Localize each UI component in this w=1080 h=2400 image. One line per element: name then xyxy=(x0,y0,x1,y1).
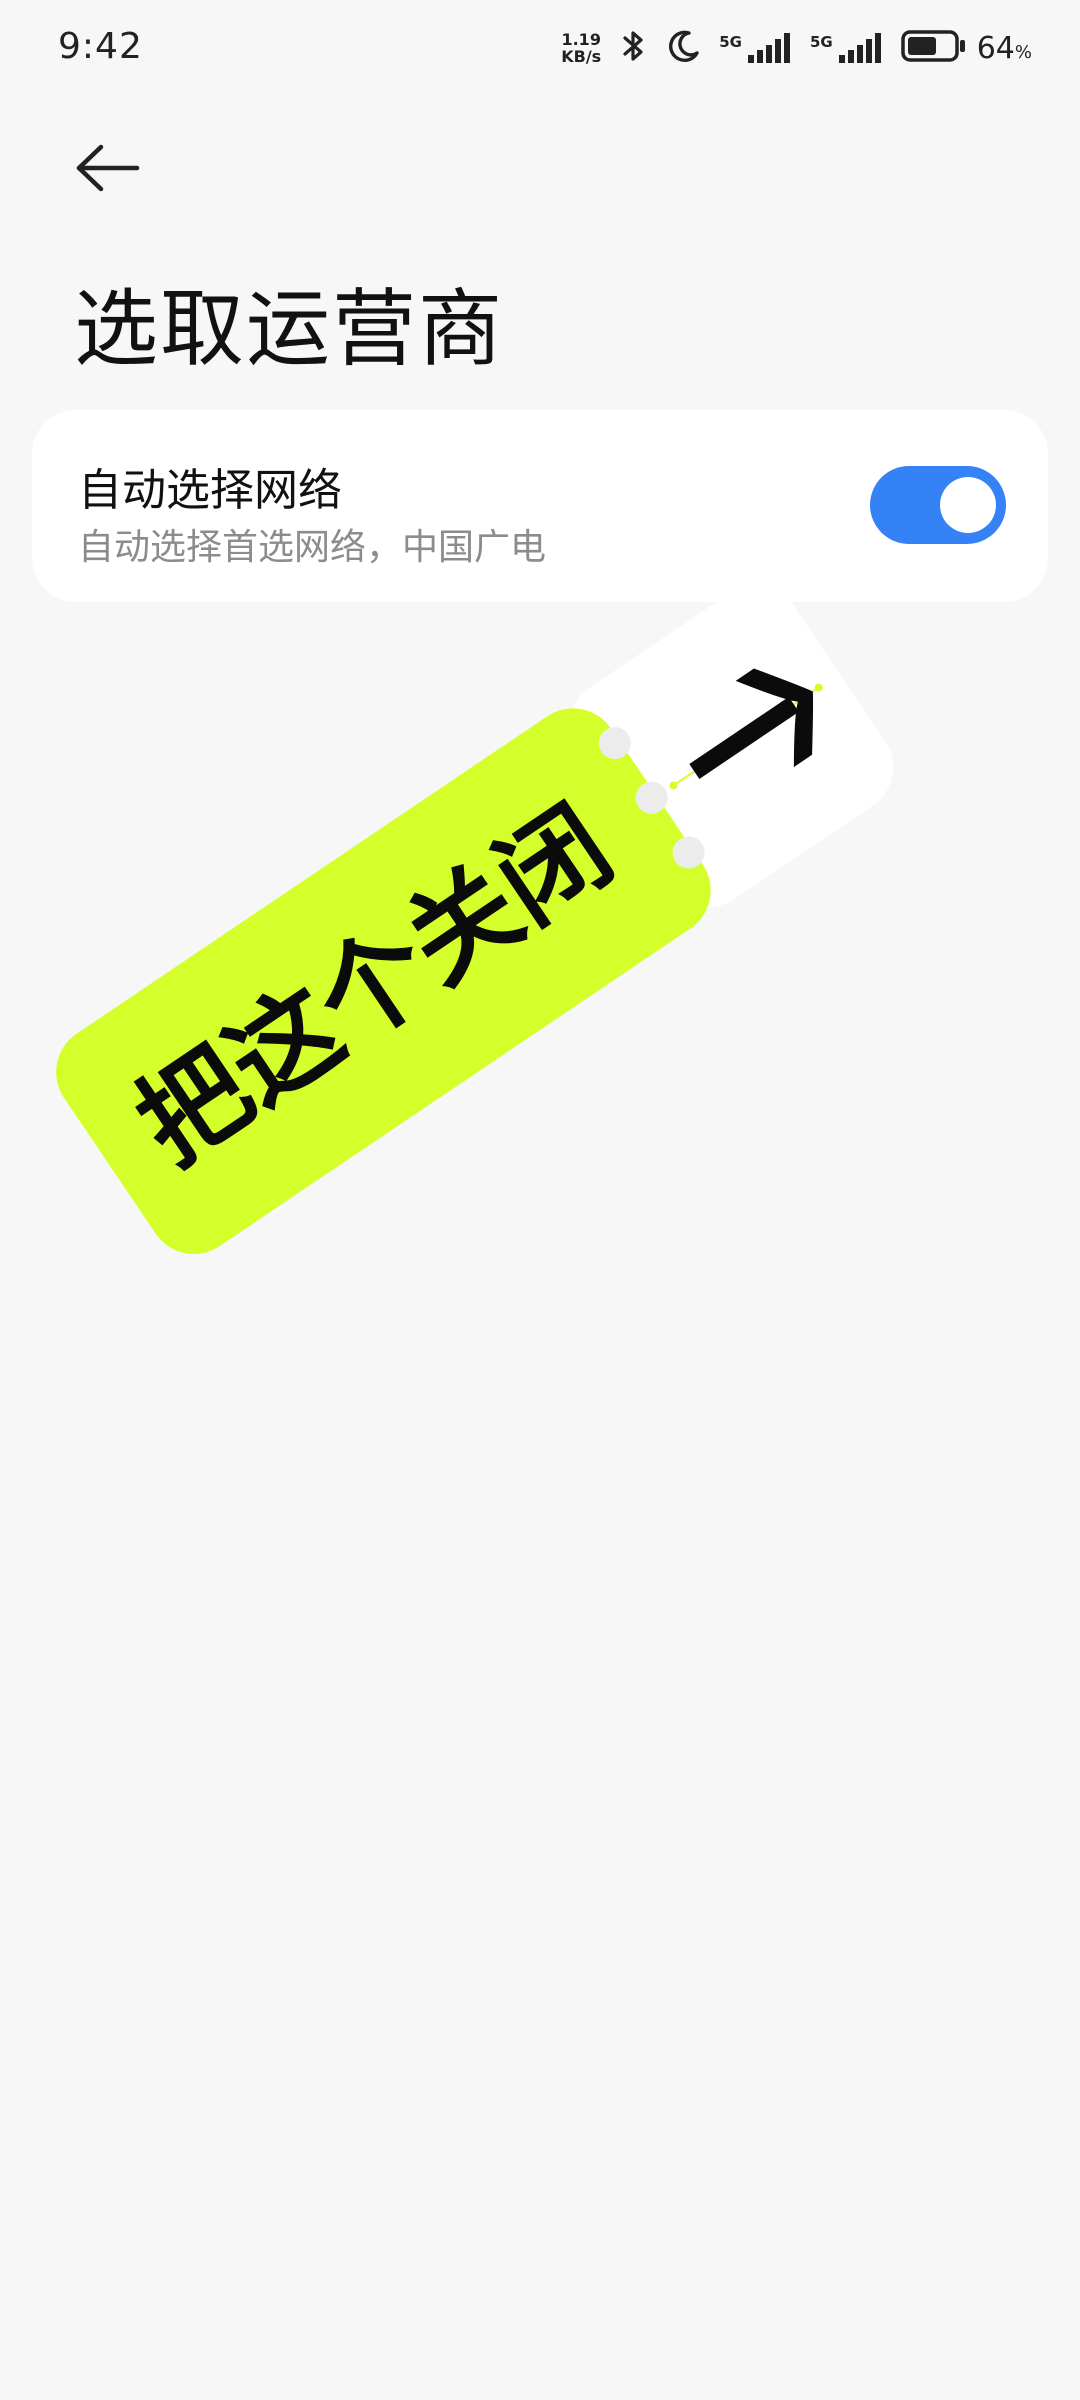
sticker-arrow-icon xyxy=(669,668,823,790)
perforation-hole xyxy=(598,727,631,760)
bluetooth-icon xyxy=(619,28,649,68)
back-button[interactable] xyxy=(68,132,148,204)
network-speed-value: 1.19 xyxy=(561,30,601,49)
perforation-hole xyxy=(635,781,668,814)
sticker-overlay: 把这个关闭 xyxy=(56,585,894,1254)
battery-percent-unit: % xyxy=(1014,41,1032,63)
status-bar: 9:42 1.19 KB/s 5G 5G 64% xyxy=(0,0,1080,96)
page-title: 选取运营商 xyxy=(74,280,505,378)
back-arrow-icon xyxy=(76,144,140,192)
battery-percent: 64% xyxy=(977,31,1032,66)
auto-network-subtitle: 自动选择首选网络，中国广电 xyxy=(78,527,547,568)
battery-icon xyxy=(900,29,967,67)
battery-fill xyxy=(907,37,936,55)
network-speed-unit: KB/s xyxy=(561,47,602,66)
network-speed: 1.19 KB/s xyxy=(561,31,601,65)
auto-network-card[interactable]: 自动选择网络 自动选择首选网络，中国广电 xyxy=(32,410,1048,602)
sim2-network-label: 5G xyxy=(809,33,833,51)
status-time: 9:42 xyxy=(58,26,143,67)
sim1-network-label: 5G xyxy=(719,33,742,51)
auto-network-toggle[interactable] xyxy=(870,466,1006,544)
moon-icon xyxy=(667,29,701,67)
perforation-hole xyxy=(672,836,705,869)
status-icons: 1.19 KB/s 5G 5G 64% xyxy=(561,24,1032,72)
auto-network-title: 自动选择网络 xyxy=(78,465,342,516)
sticker-body xyxy=(56,708,711,1254)
signal-icon-sim2: 5G xyxy=(810,33,883,63)
sticker-tag: 把这个关闭 xyxy=(56,585,894,1254)
battery: 64% xyxy=(900,29,1032,67)
battery-percent-value: 64 xyxy=(976,30,1015,66)
toggle-knob xyxy=(940,477,996,533)
sticker-stub xyxy=(570,585,894,908)
sticker-text: 把这个关闭 xyxy=(116,784,634,1190)
signal-icon-sim1: 5G xyxy=(719,33,792,63)
